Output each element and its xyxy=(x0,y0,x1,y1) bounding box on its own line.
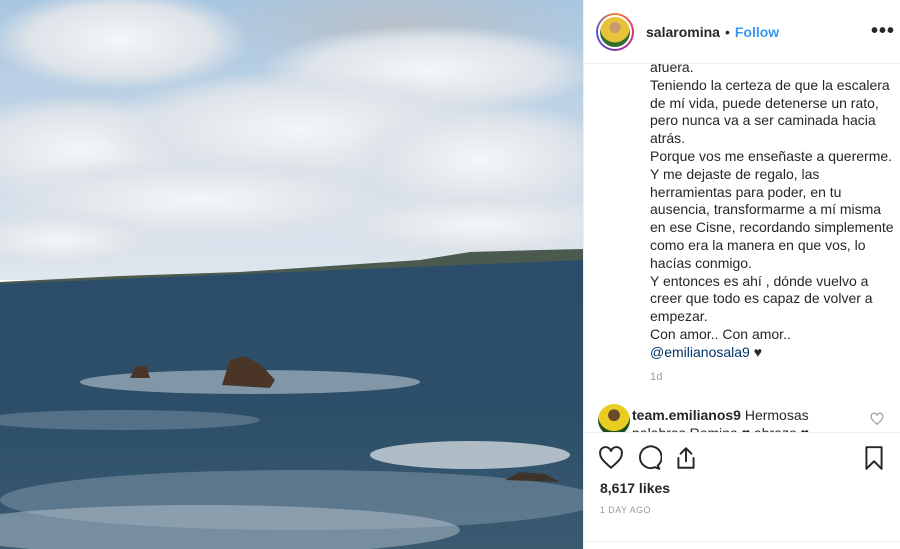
caption-line: en ese Cisne, recordando simplemente xyxy=(650,219,894,236)
more-options-icon[interactable]: ••• xyxy=(871,20,895,43)
post-header: salaromina • Follow ••• xyxy=(584,0,900,64)
header-separator: • xyxy=(724,23,730,40)
bookmark-icon[interactable] xyxy=(861,445,887,471)
caption-line: Porque vos me enseñaste a quererme. xyxy=(650,147,893,164)
caption-line: como era la manera en que vos, lo xyxy=(650,236,866,253)
caption-time-ago[interactable]: 1d xyxy=(650,371,663,383)
comment-like-heart-icon[interactable] xyxy=(870,412,884,426)
commenter-avatar[interactable] xyxy=(598,404,630,432)
follow-button[interactable]: Follow xyxy=(735,24,779,40)
add-comment-area[interactable] xyxy=(584,541,900,549)
post-actions: 8,617 likes 1 DAY AGO xyxy=(584,432,900,549)
heart-icon[interactable] xyxy=(598,445,624,471)
caption-line: empezar. xyxy=(650,308,708,325)
caption-line: Y entonces es ahí , dónde vuelvo a xyxy=(650,272,869,289)
caption-line: ausencia, transformarme a mí misma xyxy=(650,201,882,218)
caption-line: herramientas para poder, en tu xyxy=(650,183,842,200)
caption-mention-line: @emilianosala9 ♥ xyxy=(650,344,882,362)
post-caption: afuera. Teniendo la certeza de que la esc… xyxy=(650,64,894,362)
caption-line: hacías conmigo. xyxy=(650,254,752,271)
caption-line: Teniendo la certeza de que la escalera xyxy=(650,76,890,93)
sea-photo xyxy=(0,0,583,549)
caption-line: atrás. xyxy=(650,130,686,147)
caption-line: creer que todo es capaz de volver a xyxy=(650,290,873,307)
mention-link[interactable]: @emilianosala9 xyxy=(650,344,750,360)
caption-line: afuera. xyxy=(650,64,694,75)
caption-line: de mí vida, puede detenerse un rato, xyxy=(650,94,879,111)
black-heart-icon: ♥ xyxy=(749,343,763,360)
commenter-username[interactable]: team.emilianos9 xyxy=(632,407,741,423)
comment-icon[interactable] xyxy=(636,445,662,471)
post-side-panel: salaromina • Follow ••• afuera. Teniendo … xyxy=(583,0,900,549)
caption-line: Y me dejaste de regalo, las xyxy=(650,165,820,182)
comments-scroll-area[interactable]: afuera. Teniendo la certeza de que la esc… xyxy=(584,64,900,432)
share-icon[interactable] xyxy=(673,445,699,471)
comment-item: team.emilianos9 Hermosas palabras Romina… xyxy=(598,404,898,432)
caption-line: pero nunca va a ser caminada hacia xyxy=(650,112,876,129)
post-photo[interactable] xyxy=(0,0,583,549)
post-date[interactable]: 1 DAY AGO xyxy=(600,505,651,515)
avatar-image xyxy=(598,14,632,49)
caption-line: Con amor.. Con amor.. xyxy=(650,325,791,342)
instagram-post: salaromina • Follow ••• afuera. Teniendo … xyxy=(0,0,900,549)
author-username[interactable]: salaromina xyxy=(646,24,720,40)
likes-count[interactable]: 8,617 likes xyxy=(600,480,670,496)
comment-text-block: team.emilianos9 Hermosas palabras Romina… xyxy=(632,407,852,432)
author-avatar[interactable] xyxy=(596,12,634,51)
